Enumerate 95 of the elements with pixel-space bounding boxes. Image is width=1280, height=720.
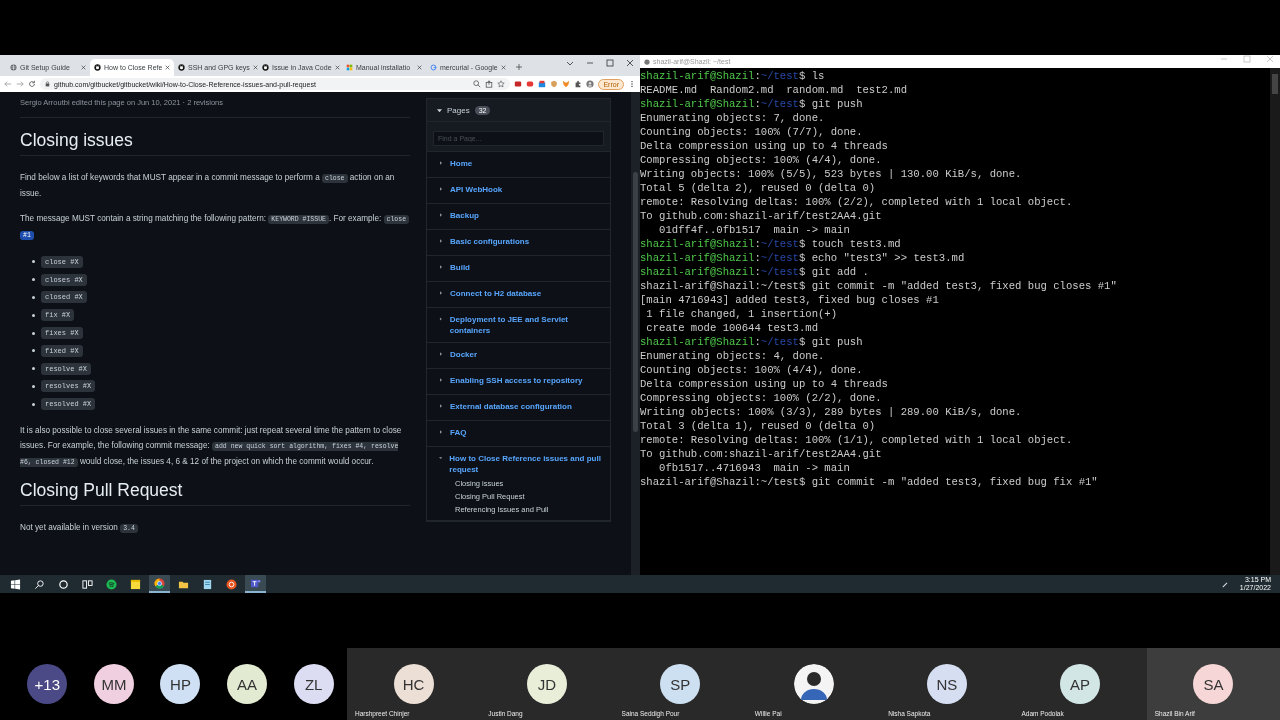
terminal-line: Enumerating objects: 7, done. (640, 111, 826, 125)
section-heading: Closing Pull Request (20, 480, 410, 507)
page-link[interactable]: External database configuration (439, 401, 602, 414)
terminal-line: Writing objects: 100% (3/3), 289 bytes | 289.00 KiB/s, done. (640, 405, 1023, 419)
avatar-icon (793, 664, 834, 704)
scrollbar[interactable] (1270, 68, 1280, 575)
page-link[interactable]: Docker (439, 349, 602, 362)
close-icon[interactable] (501, 65, 506, 70)
avatar-initials: NS (926, 664, 967, 704)
page-link[interactable]: API WebHook (439, 184, 602, 197)
close-icon[interactable] (417, 65, 422, 70)
fox-icon[interactable] (562, 80, 571, 88)
terminal-line: [main 4716943] added test3, fixed bug closes #1 (640, 293, 940, 307)
avatar-initials: SP (660, 664, 701, 704)
terminal-line: Compressing objects: 100% (2/2), done. (640, 391, 883, 405)
page-link[interactable]: Build (439, 262, 602, 275)
terminal-icon (644, 58, 650, 65)
profile-icon[interactable] (586, 80, 595, 88)
terminal-line: 01dff4f..0fb1517 main -> main (658, 223, 851, 237)
avatar-initials[interactable]: HP (160, 664, 201, 704)
terminal-line: remote: Resolving deltas: 100% (1/1), completed with 1 local object. (640, 433, 1074, 447)
chevron-icon[interactable] (566, 59, 574, 67)
terminal-line: Writing objects: 100% (5/5), 523 bytes | 130.00 KiB/s, done. (640, 167, 1023, 181)
close-icon[interactable] (334, 65, 340, 70)
star-icon[interactable] (497, 80, 506, 88)
terminal-line: Delta compression using up to 4 threads (640, 377, 889, 391)
avatar-initials[interactable]: MM (93, 664, 134, 704)
page-link[interactable]: Home (439, 158, 602, 171)
terminal-line: Delta compression using up to 4 threads (640, 139, 889, 153)
pen-icon[interactable] (1220, 580, 1229, 588)
avatar-initials: JD (526, 664, 567, 704)
chat-app-icon (250, 577, 261, 589)
terminal-line: Total 5 (delta 2), reused 0 (delta 0) (640, 181, 877, 195)
search-icon (34, 578, 45, 590)
terminal-line: shazil-arif@Shazil:~/test$ touch test3.md (640, 237, 902, 251)
sticky-note-icon (130, 578, 141, 590)
document-icon (202, 578, 213, 590)
circle-icon (58, 578, 69, 590)
close-icon[interactable] (81, 65, 86, 70)
plus-icon[interactable] (516, 64, 522, 70)
terminal-line: shazil-arif@Shazil:~/test$ git commit -m "added test3, fixed bug fix #1" (640, 475, 1099, 489)
terminal-line: Total 3 (delta 1), reused 0 (delta 0) (640, 419, 877, 433)
terminal-line: README.md Random2.md random.md test2.md (640, 83, 908, 97)
terminal-line: create mode 100644 test3.md (645, 321, 819, 335)
terminal-line: To github.com:shazil-arif/test2AA4.git (640, 447, 883, 461)
avatar-initials: SA (1193, 664, 1234, 704)
browser-icon (154, 577, 165, 589)
close-icon[interactable] (252, 65, 258, 70)
avatar-initials[interactable]: +13 (27, 664, 68, 704)
avatar-initials: HC (393, 664, 434, 704)
terminal-line: remote: Resolving deltas: 100% (2/2), completed with 1 local object. (640, 195, 1074, 209)
terminal-line: shazil-arif@Shazil:~/test$ git add . (640, 265, 870, 279)
menu-icon[interactable] (628, 80, 636, 88)
ubuntu-icon (226, 578, 237, 590)
terminal-line: Counting objects: 100% (4/4), done. (640, 363, 864, 377)
terminal-line: shazil-arif@Shazil:~/test$ echo "test3" >> test3.md (640, 251, 966, 265)
reload-icon[interactable] (28, 80, 36, 88)
maximize-icon[interactable] (606, 59, 614, 67)
terminal-line: Counting objects: 100% (7/7), done. (640, 125, 864, 139)
lock-icon (45, 81, 50, 87)
terminal-line: Enumerating objects: 4, done. (640, 349, 826, 363)
extension-icon[interactable] (538, 80, 547, 88)
task-view-icon (82, 578, 93, 590)
page-link[interactable]: FAQ (439, 427, 602, 440)
section-heading: Closing issues (20, 130, 410, 156)
scrollbar[interactable] (631, 92, 640, 575)
terminal-line: shazil-arif@Shazil:~/test$ git push (640, 97, 864, 111)
terminal-line: shazil-arif@Shazil:~/test$ git commit -m "added test3, fixed bug closes #1" (640, 279, 1118, 293)
close-icon[interactable] (626, 59, 634, 67)
share-icon[interactable] (485, 80, 494, 88)
close-icon[interactable] (165, 65, 171, 70)
puzzle-icon[interactable] (574, 80, 583, 88)
terminal-line: To github.com:shazil-arif/test2AA4.git (640, 209, 883, 223)
page-link[interactable]: Backup (439, 210, 602, 223)
zoom-icon[interactable] (473, 80, 482, 88)
squares-icon (346, 64, 353, 71)
page-link[interactable]: Enabling SSH access to repository (439, 375, 602, 388)
terminal-line: shazil-arif@Shazil:~/test$ ls (640, 69, 826, 83)
terminal-line: 0fb1517..4716943 main -> main (658, 461, 851, 475)
avatar-initials[interactable]: AA (227, 664, 268, 704)
page-link[interactable]: Deployment to JEE and Servlet containers (439, 314, 602, 336)
terminal-line: Compressing objects: 100% (4/4), done. (640, 153, 883, 167)
avatar-initials: AP (1060, 664, 1101, 704)
music-app-icon (106, 578, 117, 590)
page-link[interactable]: How to Close Reference issues and pull request (439, 453, 602, 475)
pages-title: Pages (447, 105, 470, 115)
page-link[interactable]: Connect to H2 database (439, 288, 602, 301)
globe-icon (10, 64, 17, 71)
avatar-initials[interactable]: ZL (293, 664, 334, 704)
page-link[interactable]: Basic configurations (439, 236, 602, 249)
terminal-line: 1 file changed, 1 insertion(+) (645, 307, 839, 321)
terminal-line: shazil-arif@Shazil:~/test$ git push (640, 335, 864, 349)
windows-logo-icon (10, 578, 21, 590)
g-icon (430, 64, 437, 71)
shield-icon[interactable] (550, 80, 559, 88)
